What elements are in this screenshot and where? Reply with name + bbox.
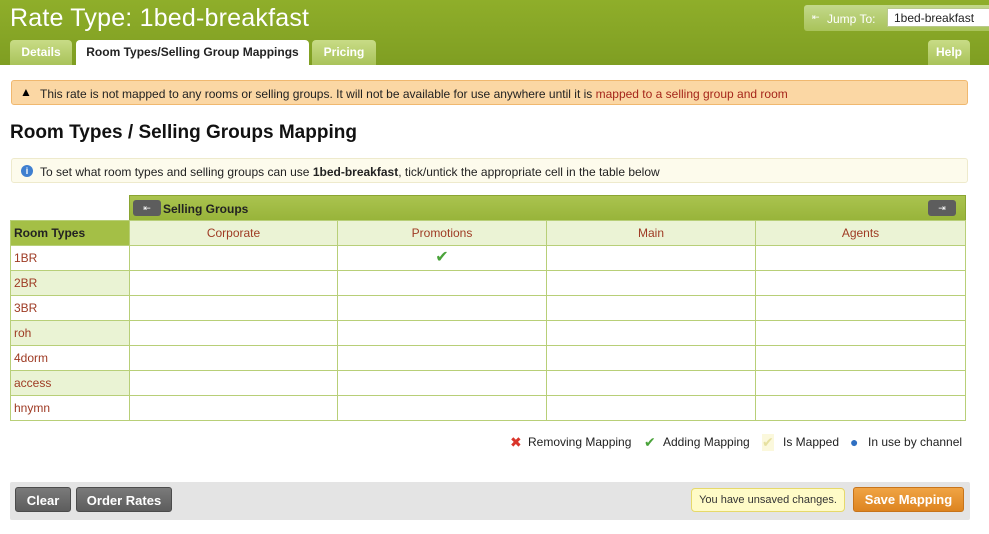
mapping-cell[interactable] xyxy=(337,295,547,321)
globe-icon: ● xyxy=(850,434,859,450)
table-row: 3BR xyxy=(10,295,966,321)
room-type-label: 1BR xyxy=(10,245,130,271)
mapping-cell[interactable] xyxy=(546,320,756,346)
info-prefix: To set what room types and selling group… xyxy=(40,165,313,179)
table-row: 2BR xyxy=(10,270,966,296)
save-mapping-button[interactable]: Save Mapping xyxy=(853,487,964,512)
room-type-label: 4dorm xyxy=(10,345,130,371)
mapping-cell[interactable] xyxy=(546,245,756,271)
mapping-cell[interactable] xyxy=(755,345,966,371)
mapping-cell[interactable] xyxy=(129,345,338,371)
jump-to-input[interactable] xyxy=(887,8,989,27)
room-type-label: roh xyxy=(10,320,130,346)
column-header-corporate: Corporate xyxy=(129,220,338,246)
room-type-label: access xyxy=(10,370,130,396)
legend-in-use: In use by channel xyxy=(868,435,963,449)
info-banner: i To set what room types and selling gro… xyxy=(11,158,968,183)
mapping-cell[interactable] xyxy=(755,245,966,271)
mapping-cell[interactable] xyxy=(755,320,966,346)
unsaved-changes-notice: You have unsaved changes. xyxy=(691,488,845,512)
removing-mapping-icon: ✖ xyxy=(510,434,522,450)
warning-banner: ▲ This rate is not mapped to any rooms o… xyxy=(11,80,968,105)
mapping-cell[interactable] xyxy=(755,370,966,396)
mapping-cell[interactable] xyxy=(337,345,547,371)
page-title: Rate Type: 1bed-breakfast xyxy=(10,4,310,32)
mapping-cell[interactable] xyxy=(755,395,966,421)
mapping-cell[interactable] xyxy=(546,295,756,321)
column-header-main: Main xyxy=(546,220,756,246)
table-row: 4dorm xyxy=(10,345,966,371)
warning-icon: ▲ xyxy=(20,85,32,99)
column-header-agents: Agents xyxy=(755,220,966,246)
clear-button[interactable]: Clear xyxy=(15,487,71,512)
mapping-cell[interactable] xyxy=(337,395,547,421)
info-suffix: , tick/untick the appropriate cell in th… xyxy=(398,165,660,179)
mapping-cell[interactable] xyxy=(129,270,338,296)
table-row: hnymn xyxy=(10,395,966,421)
adding-mapping-icon: ✔ xyxy=(644,434,656,450)
mapping-cell[interactable] xyxy=(337,370,547,396)
mapping-cell[interactable] xyxy=(546,345,756,371)
mapping-cell[interactable] xyxy=(129,320,338,346)
tab-room-types-mappings[interactable]: Room Types/Selling Group Mappings xyxy=(76,40,309,65)
tab-pricing[interactable]: Pricing xyxy=(312,40,376,65)
room-type-label: 2BR xyxy=(10,270,130,296)
column-header-promotions: Promotions xyxy=(337,220,547,246)
room-type-label: 3BR xyxy=(10,295,130,321)
info-rate-name: 1bed-breakfast xyxy=(312,165,399,179)
scroll-left-button[interactable]: ⇤ xyxy=(133,200,161,216)
mapping-cell[interactable] xyxy=(755,295,966,321)
warning-link[interactable]: mapped to a selling group and room xyxy=(596,87,788,101)
mapping-cell[interactable] xyxy=(129,245,338,271)
section-title: Room Types / Selling Groups Mapping xyxy=(10,122,357,143)
selling-groups-label: Selling Groups xyxy=(163,202,249,216)
table-row: roh xyxy=(10,320,966,346)
mapping-cell[interactable] xyxy=(337,320,547,346)
mapping-cell[interactable] xyxy=(129,370,338,396)
help-tab[interactable]: Help xyxy=(928,40,970,65)
page-header: Rate Type: 1bed-breakfast ⇤ Jump To: Det… xyxy=(0,0,989,65)
jump-to-box: ⇤ Jump To: xyxy=(804,5,989,31)
mapping-cell[interactable] xyxy=(755,270,966,296)
legend-is-mapped: Is Mapped xyxy=(783,435,840,449)
mapping-cell[interactable] xyxy=(546,370,756,396)
jump-to-label: Jump To: xyxy=(827,12,876,26)
jump-arrow-icon: ⇤ xyxy=(812,12,820,22)
table-row: access xyxy=(10,370,966,396)
scroll-right-button[interactable]: ⇥ xyxy=(928,200,956,216)
warning-text: This rate is not mapped to any rooms or … xyxy=(40,87,596,101)
is-mapped-icon: ✔ xyxy=(762,434,774,451)
mapping-table: Room Types Corporate Promotions Main Age… xyxy=(10,220,966,421)
tab-details[interactable]: Details xyxy=(10,40,72,65)
table-header-row: Room Types Corporate Promotions Main Age… xyxy=(10,220,966,246)
room-types-header: Room Types xyxy=(10,220,130,246)
adding-mapping-check-icon: ✔ xyxy=(435,249,449,266)
mapping-cell[interactable] xyxy=(337,270,547,296)
legend-adding: Adding Mapping xyxy=(663,435,750,449)
info-icon: i xyxy=(21,165,33,177)
mapping-cell[interactable]: ✔ xyxy=(337,245,547,271)
mapping-cell[interactable] xyxy=(129,295,338,321)
legend-removing: Removing Mapping xyxy=(528,435,632,449)
mapping-cell[interactable] xyxy=(546,395,756,421)
table-row: 1BR ✔ xyxy=(10,245,966,271)
order-rates-button[interactable]: Order Rates xyxy=(76,487,172,512)
selling-groups-header: ⇤ Selling Groups ⇥ xyxy=(129,195,966,221)
room-type-label: hnymn xyxy=(10,395,130,421)
mapping-cell[interactable] xyxy=(546,270,756,296)
mapping-cell[interactable] xyxy=(129,395,338,421)
